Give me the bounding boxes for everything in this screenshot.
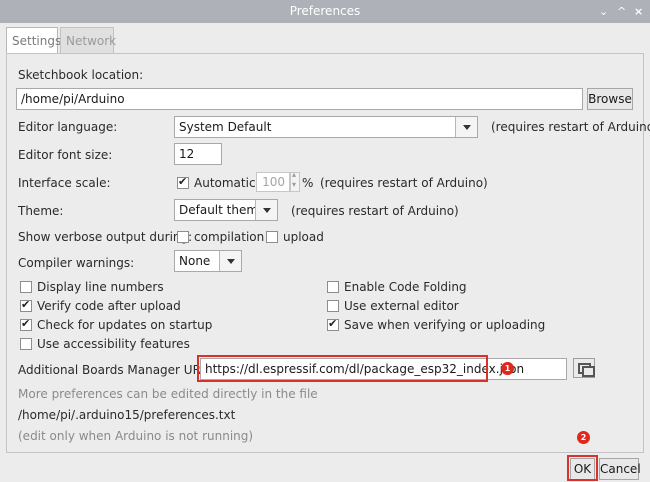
interface-scale-note: (requires restart of Arduino) xyxy=(320,176,488,190)
automatic-label: Automatic xyxy=(194,176,256,190)
code-folding-label: Enable Code Folding xyxy=(344,280,467,294)
theme-note: (requires restart of Arduino) xyxy=(291,204,459,218)
editor-language-value: System Default xyxy=(179,120,272,134)
verbose-label: Show verbose output during: xyxy=(18,230,193,244)
save-when-verifying-checkbox[interactable] xyxy=(327,317,339,331)
compilation-label: compilation xyxy=(194,230,265,244)
upload-checkbox[interactable] xyxy=(266,231,278,243)
theme-label: Theme: xyxy=(18,204,64,218)
annotation-badge-2: 2 xyxy=(577,431,590,444)
edit-note-text: (edit only when Arduino is not running) xyxy=(18,429,254,443)
window-titlebar: Preferences ⌄ ^ × xyxy=(0,0,650,23)
accessibility-label: Use accessibility features xyxy=(37,337,190,351)
verify-after-upload-checkbox[interactable] xyxy=(20,298,32,312)
display-line-numbers-checkbox[interactable] xyxy=(20,281,32,293)
interface-scale-label: Interface scale: xyxy=(18,176,111,190)
more-prefs-text: More preferences can be edited directly … xyxy=(18,387,318,401)
editor-language-label: Editor language: xyxy=(18,120,118,134)
editor-font-size-label: Editor font size: xyxy=(18,148,113,162)
display-line-numbers-label: Display line numbers xyxy=(37,280,164,294)
editor-font-size-input[interactable]: 12 xyxy=(174,143,222,165)
theme-value: Default theme xyxy=(179,203,266,217)
minimize-icon[interactable]: ⌄ xyxy=(599,0,608,23)
editor-language-dropdown[interactable]: System Default xyxy=(174,116,478,138)
tab-network[interactable]: Network xyxy=(60,27,116,54)
tab-settings[interactable]: Settings xyxy=(6,27,61,54)
sketchbook-label: Sketchbook location: xyxy=(18,68,144,82)
spinner-arrows-icon[interactable] xyxy=(290,170,300,192)
upload-label: upload xyxy=(283,230,324,244)
window-title: Preferences xyxy=(289,4,361,18)
sketchbook-location-input[interactable]: /home/pi/Arduino xyxy=(16,88,583,110)
annotation-box-ok xyxy=(567,455,598,481)
interface-scale-input[interactable]: 100 xyxy=(256,172,290,192)
check-updates-label: Check for updates on startup xyxy=(37,318,213,332)
cancel-button[interactable]: Cancel xyxy=(599,458,641,480)
check-updates-checkbox[interactable] xyxy=(20,317,32,331)
verify-after-upload-label: Verify code after upload xyxy=(37,299,181,313)
theme-dropdown[interactable]: Default theme xyxy=(174,199,278,221)
boards-urls-label: Additional Boards Manager URLs: xyxy=(18,363,218,377)
interface-scale-unit: % xyxy=(302,176,314,190)
browse-button[interactable]: Browse xyxy=(587,88,633,110)
editor-language-note: (requires restart of Arduino) xyxy=(491,120,650,134)
close-icon[interactable]: × xyxy=(634,0,643,23)
chevron-down-icon xyxy=(219,251,241,271)
external-editor-label: Use external editor xyxy=(344,299,459,313)
compiler-warnings-value: None xyxy=(179,254,211,268)
external-editor-checkbox[interactable] xyxy=(327,300,339,312)
compiler-warnings-dropdown[interactable]: None xyxy=(174,250,242,272)
chevron-down-icon xyxy=(255,200,277,220)
annotation-box-urls xyxy=(197,355,488,382)
maximize-icon[interactable]: ^ xyxy=(617,0,626,23)
save-when-verifying-label: Save when verifying or uploading xyxy=(344,318,546,332)
open-url-list-icon[interactable] xyxy=(573,358,595,378)
chevron-down-icon xyxy=(455,117,477,137)
annotation-badge-1: 1 xyxy=(501,362,514,375)
compilation-checkbox[interactable] xyxy=(177,231,189,243)
compiler-warnings-label: Compiler warnings: xyxy=(18,256,135,270)
code-folding-checkbox[interactable] xyxy=(327,281,339,293)
prefs-file-path: /home/pi/.arduino15/preferences.txt xyxy=(18,408,236,422)
automatic-checkbox[interactable] xyxy=(177,175,189,189)
accessibility-checkbox[interactable] xyxy=(20,338,32,350)
